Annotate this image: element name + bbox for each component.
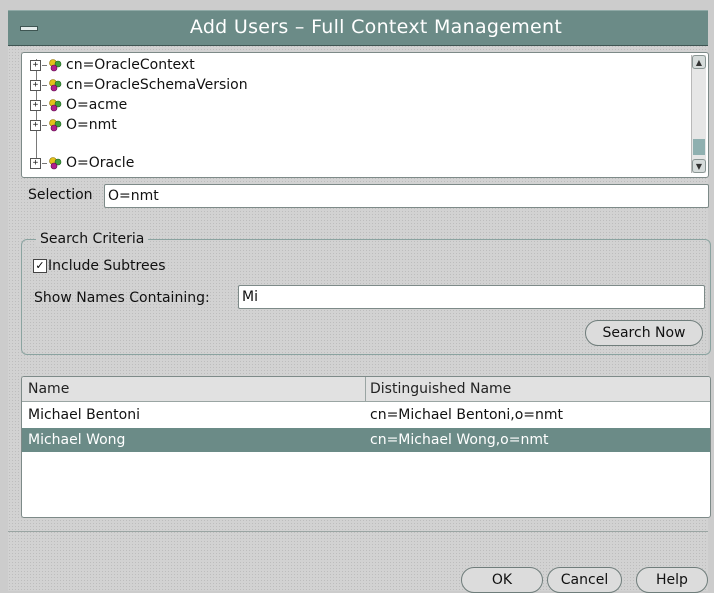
tree-node-label: O=Oracle (66, 155, 135, 171)
directory-node-icon (49, 79, 62, 92)
table-header: Name Distinguished Name (22, 377, 710, 402)
plus-expander-icon[interactable]: + (30, 79, 41, 91)
row-name: Michael Bentoni (28, 407, 140, 423)
tree-node[interactable]: + cn=OracleSchemaVersion (30, 75, 248, 95)
scroll-up-icon[interactable]: ▲ (692, 55, 706, 69)
plus-expander-icon[interactable]: + (30, 119, 41, 131)
help-button[interactable]: Help (636, 567, 708, 593)
ok-button[interactable]: OK (461, 567, 543, 593)
column-divider[interactable] (365, 377, 366, 401)
search-criteria-title: Search Criteria (36, 231, 149, 247)
directory-node-icon (49, 157, 62, 170)
scroll-down-icon[interactable]: ▼ (692, 159, 706, 173)
window-title: Add Users – Full Context Management (189, 16, 563, 38)
tree-node[interactable]: + cn=OracleContext (30, 55, 195, 75)
selection-field[interactable] (104, 184, 709, 208)
dialog-window: Add Users – Full Context Management + cn… (0, 0, 714, 593)
table-row[interactable]: Michael Bentoni cn=Michael Bentoni,o=nmt (22, 403, 710, 427)
tree-node[interactable]: + O=nmt (30, 115, 117, 135)
results-table[interactable]: Name Distinguished Name Michael Bentoni … (21, 376, 711, 518)
show-names-label: Show Names Containing: (34, 290, 210, 306)
directory-node-icon (49, 59, 62, 72)
include-subtrees-checkbox[interactable]: ✓ (33, 259, 47, 273)
search-now-button[interactable]: Search Now (585, 320, 703, 346)
tree-node-label: O=nmt (66, 117, 117, 133)
include-subtrees-label: Include Subtrees (48, 258, 166, 274)
divider (8, 531, 708, 532)
cancel-button[interactable]: Cancel (547, 567, 622, 593)
plus-expander-icon[interactable]: + (30, 59, 41, 71)
row-dn: cn=Michael Wong,o=nmt (370, 432, 549, 448)
tree-node-label: cn=OracleSchemaVersion (66, 77, 248, 93)
tree-node[interactable]: + O=acme (30, 95, 127, 115)
plus-expander-icon[interactable]: + (30, 99, 41, 111)
column-header-dn[interactable]: Distinguished Name (370, 381, 511, 397)
names-containing-field[interactable] (238, 285, 705, 309)
tree-node-label: cn=OracleContext (66, 57, 195, 73)
tree-vertical-scrollbar[interactable]: ▲ ▼ (691, 55, 706, 173)
row-name: Michael Wong (28, 432, 126, 448)
scrollbar-thumb[interactable] (693, 139, 705, 155)
table-row-selected[interactable]: Michael Wong cn=Michael Wong,o=nmt (22, 428, 710, 452)
selection-label: Selection (28, 187, 93, 203)
column-header-name[interactable]: Name (28, 381, 69, 397)
directory-node-icon (49, 119, 62, 132)
directory-tree[interactable]: + cn=OracleContext + cn=OracleSchemaVers… (21, 52, 709, 178)
row-dn: cn=Michael Bentoni,o=nmt (370, 407, 564, 423)
plus-expander-icon[interactable]: + (30, 157, 41, 169)
directory-node-icon (49, 99, 62, 112)
title-bar[interactable]: Add Users – Full Context Management (8, 10, 708, 46)
tree-node-label: O=acme (66, 97, 128, 113)
tree-node[interactable]: + O=Oracle (30, 153, 134, 173)
